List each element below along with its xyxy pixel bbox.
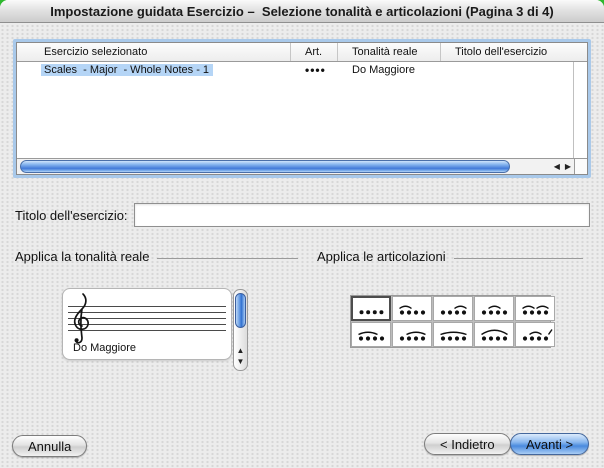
window-title: Impostazione guidata Esercizio – Selezio… — [50, 4, 554, 19]
column-header-titolo[interactable]: Titolo dell'esercizio — [441, 43, 587, 61]
scroll-right-icon[interactable]: ▶ — [565, 162, 571, 171]
window-titlebar[interactable]: Impostazione guidata Esercizio – Selezio… — [0, 0, 604, 23]
articulation-option[interactable] — [392, 296, 432, 321]
scroll-left-icon[interactable]: ◀ — [554, 162, 560, 171]
treble-clef-icon — [69, 291, 95, 349]
key-signature-preview: Do Maggiore — [62, 288, 232, 360]
key-name-label: Do Maggiore — [73, 342, 136, 354]
exercise-title-label: Titolo dell'esercizio: — [15, 208, 134, 223]
row-tonalita: Do Maggiore — [338, 64, 441, 76]
row-articulation-dots: •••• — [291, 63, 338, 77]
selected-exercise-name[interactable]: Scales - Major - Whole Notes - 1 — [41, 64, 213, 76]
articulation-option[interactable] — [351, 296, 391, 321]
table-row[interactable]: Scales - Major - Whole Notes - 1 •••• Do… — [17, 62, 587, 78]
apply-key-section-label: Applica la tonalità reale — [15, 249, 149, 264]
articulation-option[interactable] — [433, 296, 473, 321]
key-scrollbar-thumb[interactable] — [235, 293, 246, 328]
column-header-tonalita[interactable]: Tonalità reale — [338, 43, 441, 61]
articulation-option[interactable] — [474, 296, 514, 321]
cancel-button[interactable]: Annulla — [12, 435, 87, 457]
table-header: Esercizio selezionato Art. Tonalità real… — [17, 43, 587, 62]
horizontal-scrollbar-thumb[interactable] — [20, 160, 510, 173]
articulation-option[interactable] — [433, 322, 473, 347]
scroll-up-icon[interactable]: ▲ — [234, 347, 247, 355]
articulation-option[interactable] — [515, 296, 555, 321]
next-button[interactable]: Avanti > — [510, 433, 589, 455]
key-scrollbar[interactable]: ▲ ▼ — [233, 289, 248, 371]
back-button[interactable]: < Indietro — [424, 433, 511, 455]
column-header-esercizio[interactable]: Esercizio selezionato — [17, 43, 291, 61]
scrollbar-corner — [574, 159, 587, 174]
wizard-window: Impostazione guidata Esercizio – Selezio… — [0, 0, 604, 468]
section-divider — [157, 258, 298, 259]
articulation-option[interactable] — [351, 322, 391, 347]
articulation-option[interactable] — [474, 322, 514, 347]
scroll-down-icon[interactable]: ▼ — [234, 358, 247, 366]
table-gutter-divider — [573, 62, 574, 160]
articulation-option[interactable] — [515, 322, 555, 347]
exercise-table: Esercizio selezionato Art. Tonalità real… — [13, 39, 591, 178]
articulation-option[interactable] — [392, 322, 432, 347]
column-header-art[interactable]: Art. — [291, 43, 338, 61]
section-divider — [454, 258, 583, 259]
table-body: Scales - Major - Whole Notes - 1 •••• Do… — [17, 62, 587, 160]
apply-articulations-section-label: Applica le articolazioni — [317, 249, 446, 264]
horizontal-scrollbar[interactable]: ◀ ▶ — [17, 158, 587, 174]
exercise-title-input[interactable] — [134, 203, 590, 227]
articulation-grid — [350, 295, 551, 348]
